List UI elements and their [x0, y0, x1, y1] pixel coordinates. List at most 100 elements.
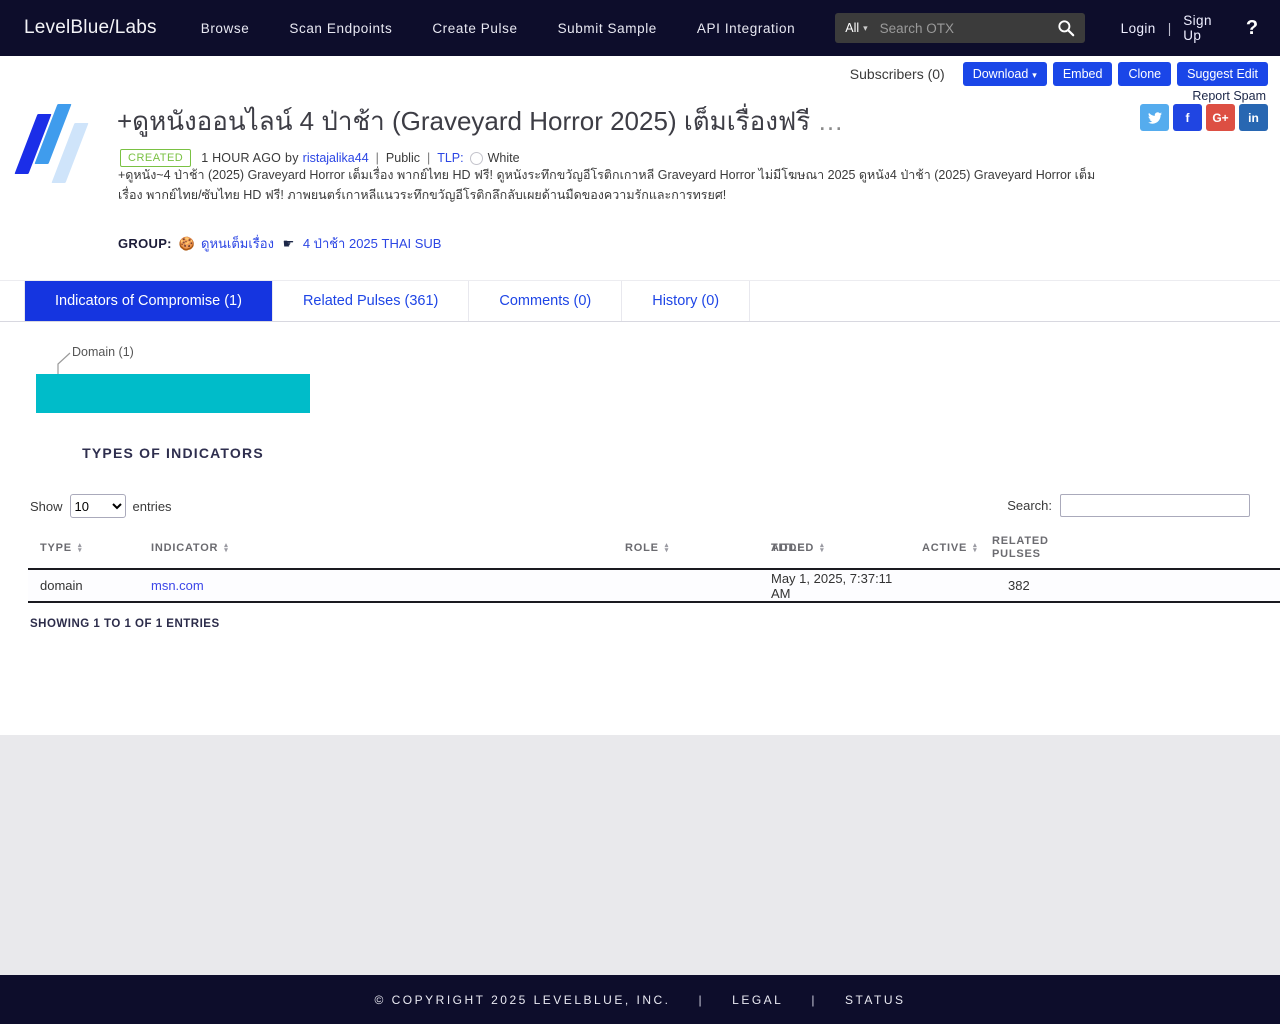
footer-divider: | — [699, 993, 705, 1007]
table-row[interactable]: domain msn.com May 1, 2025, 7:37:11 AM 3… — [28, 570, 1280, 603]
table-search-control: Search: — [1007, 494, 1250, 517]
search-icon[interactable] — [1057, 19, 1075, 37]
indicator-header-label: INDICATOR — [151, 542, 218, 554]
top-navigation-bar: LevelBlue/Labs Browse Scan Endpoints Cre… — [0, 0, 1280, 56]
otx-search-box: All ▾ — [835, 13, 1084, 43]
facebook-share-button[interactable]: f — [1173, 104, 1202, 131]
table-search-input[interactable] — [1060, 494, 1250, 517]
status-link[interactable]: STATUS — [845, 993, 906, 1007]
otx-pulse-page: LevelBlue/Labs Browse Scan Endpoints Cre… — [0, 0, 1280, 1024]
signup-link[interactable]: Sign Up — [1183, 13, 1212, 43]
sort-icon[interactable]: ▴▾ — [820, 543, 824, 553]
tlp-white-circle-icon — [470, 152, 483, 165]
cell-added: May 1, 2025, 7:37:11 AM — [759, 571, 910, 601]
meta-divider: | — [376, 151, 379, 165]
by-label: by — [285, 151, 299, 165]
search-input[interactable] — [880, 21, 1057, 36]
nav-submit-sample[interactable]: Submit Sample — [558, 21, 657, 36]
auth-links: Login | Sign Up — [1121, 13, 1212, 43]
entries-label: entries — [133, 499, 172, 514]
top-nav: Browse Scan Endpoints Create Pulse Submi… — [201, 21, 836, 36]
group-link-rest: 4 ป่าช้า 2025 THAI SUB — [303, 236, 442, 251]
chevron-down-icon: ▾ — [1032, 70, 1037, 80]
visibility-label: Public — [386, 151, 420, 165]
subscribers-count: Subscribers (0) — [850, 66, 945, 82]
sort-icon[interactable]: ▴▾ — [973, 543, 977, 553]
nav-scan-endpoints[interactable]: Scan Endpoints — [289, 21, 392, 36]
auth-divider: | — [1168, 21, 1172, 36]
page-size-select[interactable]: 10 — [70, 494, 126, 518]
nav-create-pulse[interactable]: Create Pulse — [432, 21, 517, 36]
download-button[interactable]: Download▾ — [963, 62, 1047, 86]
twitter-share-button[interactable] — [1140, 104, 1169, 131]
pulse-group-row: GROUP: 🍪 ดูหนเต็มเรื่อง ☛ 4 ป่าช้า 2025 … — [118, 233, 441, 254]
indicator-link[interactable]: msn.com — [151, 578, 204, 593]
tab-history[interactable]: History (0) — [622, 281, 750, 321]
column-header-role[interactable]: ROLE ▴▾ — [613, 542, 759, 554]
column-header-active[interactable]: ACTIVE ▴▾ — [910, 542, 980, 554]
title-header-label: TITLE — [771, 542, 806, 554]
cell-indicator: msn.com — [139, 578, 613, 593]
group-label: GROUP: — [118, 236, 172, 251]
column-header-type[interactable]: TYPE ▴▾ — [28, 542, 139, 554]
column-header-added[interactable]: TITLE ADDED ▴▾ — [759, 542, 910, 554]
tlp-value: White — [488, 151, 520, 165]
copyright-text: © COPYRIGHT 2025 LEVELBLUE, INC. — [374, 993, 670, 1007]
group-link[interactable]: ดูหนเต็มเรื่อง ☛ 4 ป่าช้า 2025 THAI SUB — [201, 233, 441, 254]
table-search-label: Search: — [1007, 498, 1052, 513]
social-share-row: f G+ in — [1136, 104, 1268, 131]
search-scope-dropdown[interactable]: All ▾ — [845, 21, 867, 35]
pulse-content: Subscribers (0) Download▾ Embed Clone Su… — [0, 56, 1280, 735]
group-link-text: ดูหนเต็มเรื่อง — [201, 236, 274, 251]
tlp-label: TLP: — [437, 151, 463, 165]
cell-type: domain — [28, 578, 139, 593]
nav-api-integration[interactable]: API Integration — [697, 21, 795, 36]
show-label: Show — [30, 499, 63, 514]
created-time: 1 HOUR AGO — [201, 151, 281, 165]
pulse-description: +ดูหนัง~4 ป่าช้า (2025) Graveyard Horror… — [118, 166, 1100, 205]
title-ellipsis: … — [818, 106, 844, 136]
pulse-actions-row: Subscribers (0) Download▾ Embed Clone Su… — [850, 62, 1268, 86]
tab-indicators-of-compromise[interactable]: Indicators of Compromise (1) — [24, 281, 273, 321]
sort-icon[interactable]: ▴▾ — [665, 543, 669, 553]
facebook-f-icon: f — [1186, 111, 1190, 125]
google-plus-share-button[interactable]: G+ — [1206, 104, 1235, 131]
clone-button[interactable]: Clone — [1118, 62, 1171, 86]
ioc-table-header: TYPE ▴▾ INDICATOR ▴▾ ROLE ▴▾ TITLE ADDED — [28, 528, 1280, 570]
meta-divider: | — [427, 151, 430, 165]
legal-link[interactable]: LEGAL — [732, 993, 783, 1007]
embed-button[interactable]: Embed — [1053, 62, 1113, 86]
overlapping-header-labels: TITLE ADDED — [771, 542, 814, 554]
author-link[interactable]: ristajalika44 — [303, 151, 369, 165]
cell-related-pulses: 382 — [980, 578, 1280, 593]
pulse-title: +ดูหนังออนไลน์ 4 ป่าช้า (Graveyard Horro… — [117, 101, 1127, 142]
google-plus-icon: G+ — [1212, 111, 1228, 125]
report-spam-link[interactable]: Report Spam — [1192, 89, 1266, 103]
pulse-title-text: +ดูหนังออนไลน์ 4 ป่าช้า (Graveyard Horro… — [117, 106, 810, 136]
column-header-related-pulses: RELATED PULSES — [980, 535, 1040, 561]
column-header-indicator[interactable]: INDICATOR ▴▾ — [139, 542, 613, 554]
linkedin-share-button[interactable]: in — [1239, 104, 1268, 131]
pulse-tabbar: Indicators of Compromise (1) Related Pul… — [0, 280, 1280, 322]
table-summary: SHOWING 1 TO 1 OF 1 ENTRIES — [30, 618, 220, 630]
entries-control: Show 10 entries — [30, 494, 172, 518]
suggest-edit-button[interactable]: Suggest Edit — [1177, 62, 1268, 86]
chart-bar-label: Domain (1) — [72, 345, 134, 359]
levelblue-labs-logo[interactable]: LevelBlue/Labs — [24, 17, 157, 39]
domain-bar[interactable] — [36, 374, 310, 413]
sort-icon[interactable]: ▴▾ — [78, 543, 82, 553]
active-header-label: ACTIVE — [922, 542, 967, 554]
role-header-label: ROLE — [625, 542, 659, 554]
tab-comments[interactable]: Comments (0) — [469, 281, 622, 321]
pointing-hand-icon: ☛ — [283, 236, 295, 251]
download-label: Download — [973, 67, 1029, 81]
tab-related-pulses[interactable]: Related Pulses (361) — [273, 281, 469, 321]
cookie-emoji-icon: 🍪 — [179, 236, 195, 252]
nav-browse[interactable]: Browse — [201, 21, 250, 36]
login-link[interactable]: Login — [1121, 21, 1156, 36]
sort-icon[interactable]: ▴▾ — [224, 543, 228, 553]
help-icon[interactable]: ? — [1246, 17, 1258, 40]
chart-leader-line — [52, 349, 74, 377]
page-footer: © COPYRIGHT 2025 LEVELBLUE, INC. | LEGAL… — [0, 975, 1280, 1024]
ioc-table: TYPE ▴▾ INDICATOR ▴▾ ROLE ▴▾ TITLE ADDED — [28, 528, 1280, 603]
